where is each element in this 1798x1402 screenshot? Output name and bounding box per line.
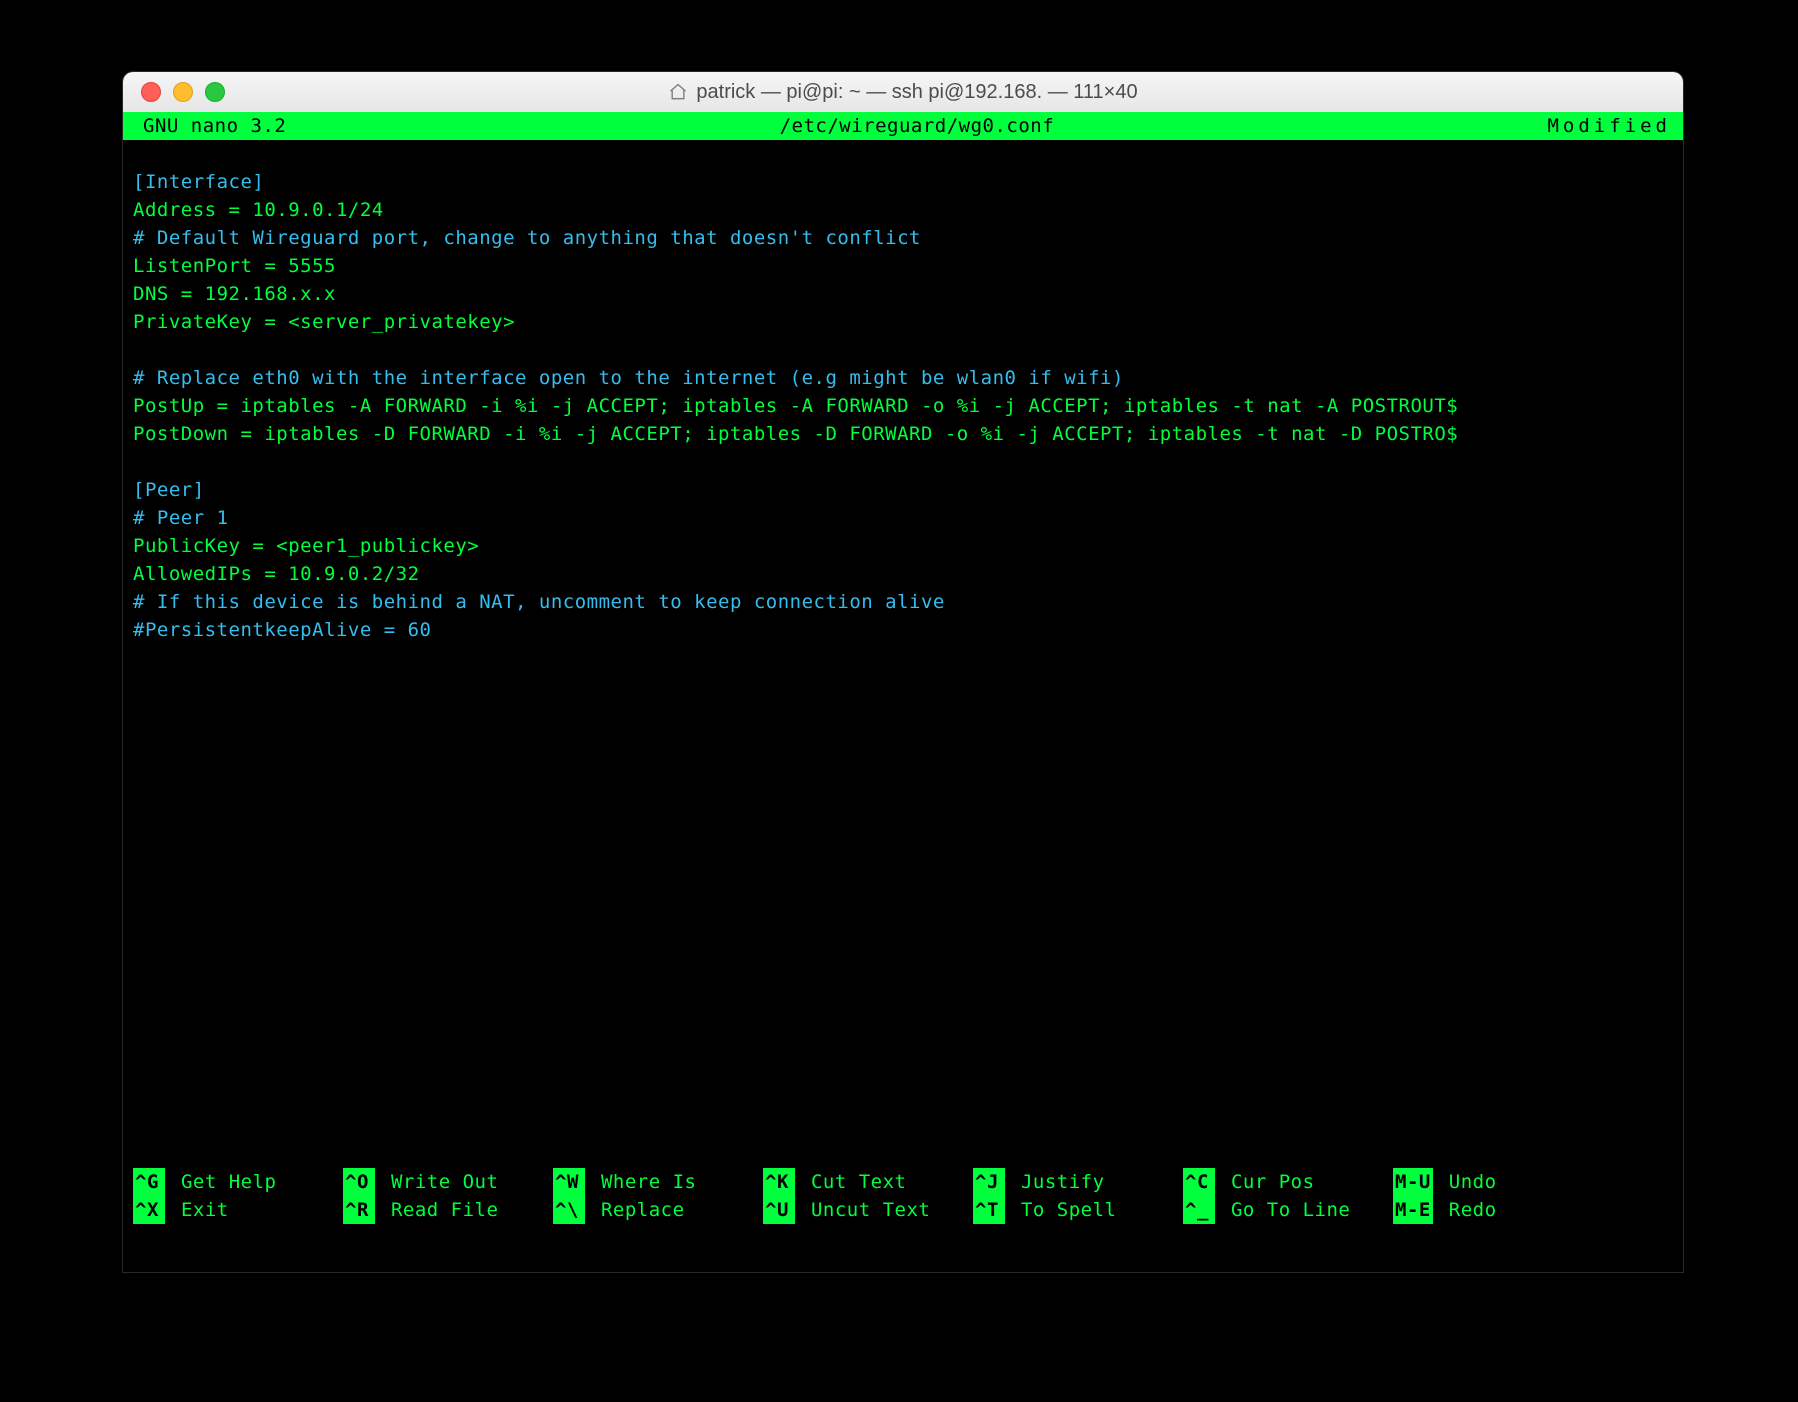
shortcut-key: ^T: [973, 1196, 1005, 1224]
close-button[interactable]: [141, 82, 161, 102]
shortcut-to-spell[interactable]: ^T To Spell: [973, 1196, 1183, 1224]
home-icon: [668, 82, 688, 102]
editor-line[interactable]: AllowedIPs = 10.9.0.2/32: [133, 560, 1673, 588]
editor-line[interactable]: PostUp = iptables -A FORWARD -i %i -j AC…: [133, 392, 1673, 420]
shortcut-key: M-U: [1393, 1168, 1433, 1196]
shortcut-label: Write Out: [379, 1168, 498, 1196]
terminal-viewport[interactable]: GNU nano 3.2 /etc/wireguard/wg0.conf Mod…: [123, 112, 1683, 1272]
editor-line[interactable]: [Peer]: [133, 476, 1673, 504]
nano-status: Modified: [1547, 112, 1677, 140]
shortcut-label: Redo: [1437, 1196, 1497, 1224]
editor-line[interactable]: # Default Wireguard port, change to anyt…: [133, 224, 1673, 252]
shortcut-key: ^W: [553, 1168, 585, 1196]
shortcut-key: ^C: [1183, 1168, 1215, 1196]
nano-shortcut-bar: ^G Get Help^O Write Out^W Where Is^K Cut…: [133, 1168, 1673, 1224]
shortcut-label: Replace: [589, 1196, 685, 1224]
editor-line[interactable]: # Replace eth0 with the interface open t…: [133, 364, 1673, 392]
shortcut-key: ^J: [973, 1168, 1005, 1196]
editor-line[interactable]: PrivateKey = <server_privatekey>: [133, 308, 1673, 336]
shortcut-key: ^\: [553, 1196, 585, 1224]
window-title: patrick — pi@pi: ~ — ssh pi@192.168. — 1…: [123, 81, 1683, 104]
shortcut-key: ^K: [763, 1168, 795, 1196]
shortcut-key: M-E: [1393, 1196, 1433, 1224]
shortcut-key: ^R: [343, 1196, 375, 1224]
shortcut-label: Read File: [379, 1196, 498, 1224]
shortcut-label: Cut Text: [799, 1168, 906, 1196]
shortcut-exit[interactable]: ^X Exit: [133, 1196, 343, 1224]
editor-line[interactable]: [133, 336, 1673, 364]
editor-line[interactable]: PostDown = iptables -D FORWARD -i %i -j …: [133, 420, 1673, 448]
shortcut-label: Uncut Text: [799, 1196, 930, 1224]
editor-line[interactable]: DNS = 192.168.x.x: [133, 280, 1673, 308]
shortcut-label: Go To Line: [1219, 1196, 1350, 1224]
editor-line[interactable]: [133, 448, 1673, 476]
shortcut-read-file[interactable]: ^R Read File: [343, 1196, 553, 1224]
shortcut-redo[interactable]: M-E Redo: [1393, 1196, 1673, 1224]
shortcut-key: ^G: [133, 1168, 165, 1196]
shortcut-label: Cur Pos: [1219, 1168, 1315, 1196]
shortcut-label: Exit: [169, 1196, 229, 1224]
shortcut-key: ^X: [133, 1196, 165, 1224]
shortcut-get-help[interactable]: ^G Get Help: [133, 1168, 343, 1196]
terminal-window: patrick — pi@pi: ~ — ssh pi@192.168. — 1…: [123, 72, 1683, 1272]
shortcut-replace[interactable]: ^\ Replace: [553, 1196, 763, 1224]
traffic-lights: [141, 82, 225, 102]
nano-header: GNU nano 3.2 /etc/wireguard/wg0.conf Mod…: [123, 112, 1683, 140]
editor-line[interactable]: #PersistentkeepAlive = 60: [133, 616, 1673, 644]
minimize-button[interactable]: [173, 82, 193, 102]
maximize-button[interactable]: [205, 82, 225, 102]
shortcut-label: To Spell: [1009, 1196, 1116, 1224]
editor-line[interactable]: # If this device is behind a NAT, uncomm…: [133, 588, 1673, 616]
shortcut-key: ^U: [763, 1196, 795, 1224]
nano-file-path: /etc/wireguard/wg0.conf: [286, 112, 1547, 140]
shortcut-label: Get Help: [169, 1168, 276, 1196]
editor-line[interactable]: ListenPort = 5555: [133, 252, 1673, 280]
nano-app-name: GNU nano 3.2: [129, 112, 286, 140]
shortcut-justify[interactable]: ^J Justify: [973, 1168, 1183, 1196]
editor-content[interactable]: [Interface]Address = 10.9.0.1/24# Defaul…: [123, 140, 1683, 644]
editor-line[interactable]: [133, 140, 1673, 168]
shortcut-label: Justify: [1009, 1168, 1105, 1196]
editor-line[interactable]: # Peer 1: [133, 504, 1673, 532]
shortcut-key: ^_: [1183, 1196, 1215, 1224]
editor-line[interactable]: PublicKey = <peer1_publickey>: [133, 532, 1673, 560]
shortcut-cur-pos[interactable]: ^C Cur Pos: [1183, 1168, 1393, 1196]
editor-line[interactable]: [Interface]: [133, 168, 1673, 196]
titlebar[interactable]: patrick — pi@pi: ~ — ssh pi@192.168. — 1…: [123, 72, 1683, 113]
shortcut-write-out[interactable]: ^O Write Out: [343, 1168, 553, 1196]
shortcut-label: Where Is: [589, 1168, 696, 1196]
shortcut-where-is[interactable]: ^W Where Is: [553, 1168, 763, 1196]
shortcut-undo[interactable]: M-U Undo: [1393, 1168, 1673, 1196]
shortcut-cut-text[interactable]: ^K Cut Text: [763, 1168, 973, 1196]
shortcut-key: ^O: [343, 1168, 375, 1196]
shortcut-uncut-text[interactable]: ^U Uncut Text: [763, 1196, 973, 1224]
window-title-text: patrick — pi@pi: ~ — ssh pi@192.168. — 1…: [696, 81, 1137, 104]
shortcut-go-to-line[interactable]: ^_ Go To Line: [1183, 1196, 1393, 1224]
shortcut-label: Undo: [1437, 1168, 1497, 1196]
editor-line[interactable]: Address = 10.9.0.1/24: [133, 196, 1673, 224]
